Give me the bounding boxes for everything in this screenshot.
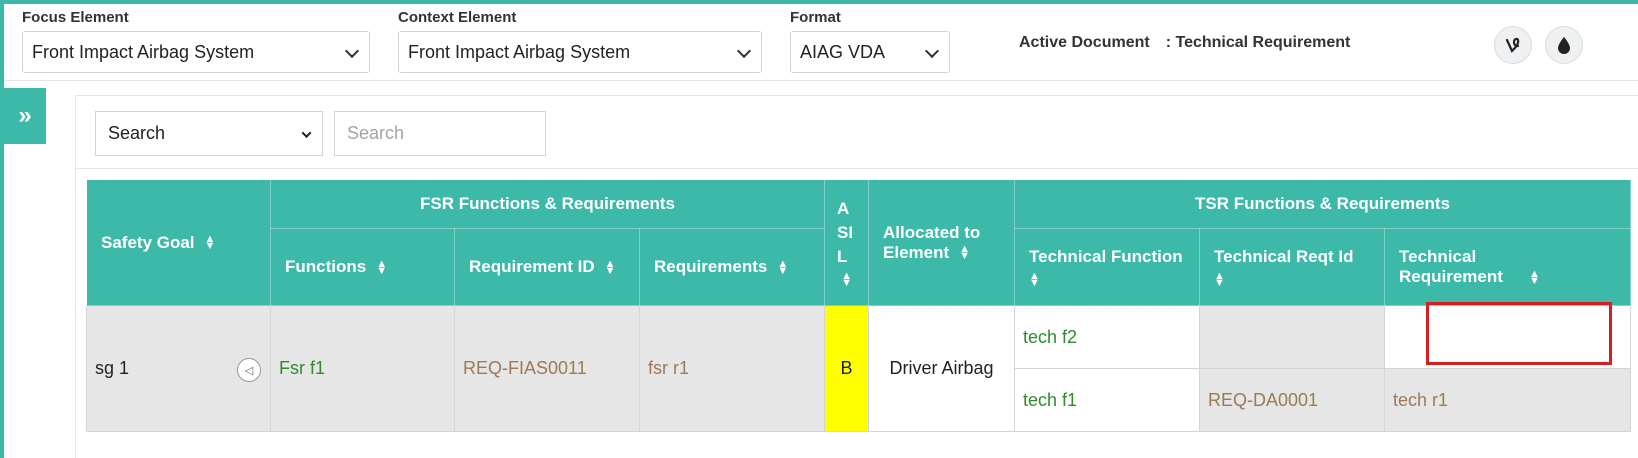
group-fsr: FSR Functions & Requirements xyxy=(269,179,826,229)
cell-requirement[interactable]: fsr r1 xyxy=(638,305,826,432)
search-field-select[interactable]: Search xyxy=(95,111,323,156)
format-select[interactable]: AIAG VDA xyxy=(790,31,950,73)
col-allocated[interactable]: Allocated to Element ▲ ▼ xyxy=(868,179,1016,306)
chevron-down-icon xyxy=(344,43,360,59)
col-technical-function[interactable]: Technical Function ▲ ▼ xyxy=(1014,228,1201,306)
focus-element-select[interactable]: Front Impact Airbag System xyxy=(22,31,370,73)
sidebar-expand-button[interactable]: » xyxy=(4,88,46,144)
cell-technical-requirement[interactable] xyxy=(1384,305,1632,369)
sort-icon[interactable]: ▲ ▼ xyxy=(205,234,216,252)
format-value: AIAG VDA xyxy=(800,41,886,62)
focus-element-value: Front Impact Airbag System xyxy=(32,41,255,62)
active-document-value: : Technical Requirement xyxy=(1165,34,1351,51)
double-chevron-right-icon: » xyxy=(18,102,32,129)
collapse-left-icon[interactable]: ◁ xyxy=(237,358,261,382)
col-functions[interactable]: Functions ▲ ▼ xyxy=(270,228,455,306)
col-requirement-id[interactable]: Requirement ID ▲ ▼ xyxy=(454,228,640,306)
chevron-down-icon xyxy=(736,43,752,59)
search-field-value: Search xyxy=(108,123,166,143)
sort-icon[interactable]: ▲ ▼ xyxy=(1214,270,1225,288)
group-tsr: TSR Functions & Requirements xyxy=(1014,179,1632,229)
active-document: Active Document : Technical Requirement xyxy=(1019,34,1350,52)
format-label: Format xyxy=(790,9,841,26)
sort-icon[interactable]: ▲ ▼ xyxy=(605,258,616,276)
header-divider xyxy=(4,80,1638,81)
cell-requirement-id[interactable]: REQ-FIAS0011 xyxy=(454,305,640,432)
cell-technical-function[interactable]: tech f2 xyxy=(1014,305,1201,369)
cell-function[interactable]: Fsr f1 xyxy=(270,305,455,432)
active-document-label: Active Document xyxy=(1019,34,1150,51)
cell-asil: B xyxy=(824,305,870,432)
context-element-label: Context Element xyxy=(398,9,517,26)
vine-icon[interactable] xyxy=(1494,26,1532,64)
col-technical-reqt-id[interactable]: Technical Reqt Id ▲ ▼ xyxy=(1199,228,1386,306)
chevron-down-icon xyxy=(924,43,940,59)
sort-icon[interactable]: ▲ ▼ xyxy=(959,244,970,262)
col-safety-goal[interactable]: Safety Goal ▲ ▼ xyxy=(86,179,271,306)
cell-technical-function[interactable]: tech f1 xyxy=(1014,368,1201,432)
left-accent-bar xyxy=(0,0,4,458)
drop-icon[interactable] xyxy=(1545,26,1583,64)
search-bar-divider xyxy=(75,168,1638,169)
traceability-table: Safety Goal ▲ ▼ FSR Functions & Requiremen… xyxy=(86,179,1632,432)
cell-technical-requirement[interactable]: tech r1 xyxy=(1384,368,1632,432)
sort-icon[interactable]: ▲ ▼ xyxy=(841,271,852,289)
sort-icon[interactable]: ▲ ▼ xyxy=(1029,270,1040,288)
col-requirements[interactable]: Requirements ▲ ▼ xyxy=(638,228,826,306)
col-technical-requirement[interactable]: Technical Requirement ▲ ▼ xyxy=(1384,228,1632,306)
col-asil[interactable]: A SI L ▲ ▼ xyxy=(824,179,870,306)
sort-icon[interactable]: ▲ ▼ xyxy=(777,258,788,276)
top-accent-bar xyxy=(0,0,1638,4)
focus-element-label: Focus Element xyxy=(22,9,129,26)
context-element-select[interactable]: Front Impact Airbag System xyxy=(398,31,762,73)
cell-technical-reqt-id[interactable] xyxy=(1199,305,1386,369)
sort-icon[interactable]: ▲ ▼ xyxy=(1529,268,1540,286)
cell-allocated: Driver Airbag xyxy=(868,305,1016,432)
chevron-down-icon xyxy=(301,127,312,138)
context-element-value: Front Impact Airbag System xyxy=(408,41,631,62)
search-input[interactable] xyxy=(334,111,546,156)
table-row: sg 1 Fsr f1 REQ-FIAS0011 fsr r1 B Driver… xyxy=(86,305,1632,432)
cell-technical-reqt-id[interactable]: REQ-DA0001 xyxy=(1199,368,1386,432)
sort-icon[interactable]: ▲ ▼ xyxy=(376,258,387,276)
